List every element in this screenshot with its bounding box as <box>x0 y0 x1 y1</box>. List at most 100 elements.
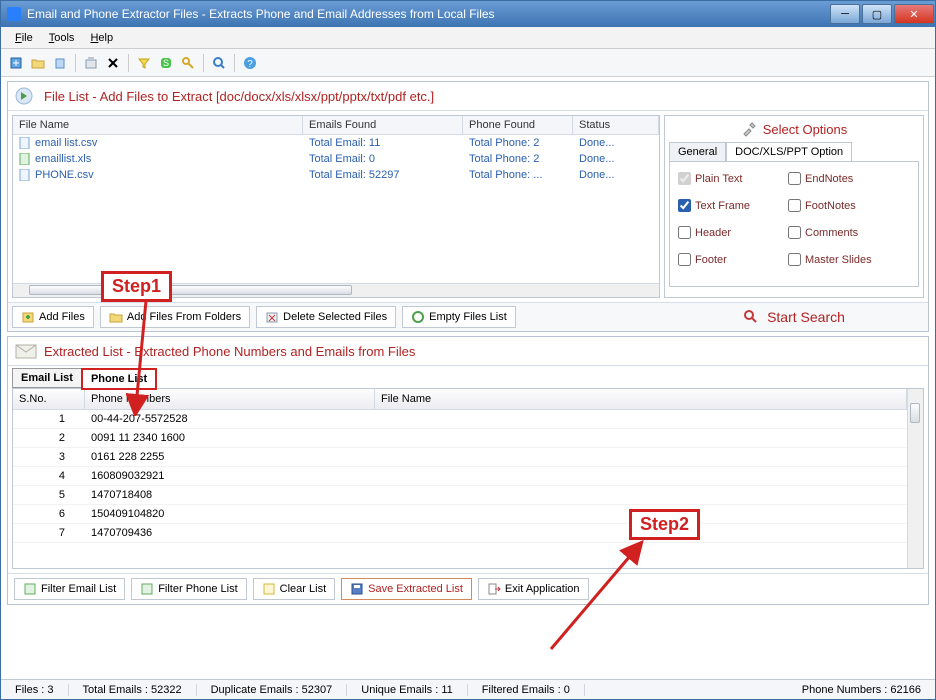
file-xls-icon <box>19 153 31 165</box>
grid-row[interactable]: 4160809032921 <box>13 467 907 486</box>
grid-row[interactable]: 20091 11 2340 1600 <box>13 429 907 448</box>
filter-phone-button[interactable]: Filter Phone List <box>131 578 246 600</box>
app-icon <box>7 7 21 21</box>
status-unique-emails: Unique Emails : 11 <box>347 684 468 696</box>
window-title: Email and Phone Extractor Files - Extrac… <box>27 7 495 21</box>
grid-head: S.No. Phone Numbers File Name <box>13 389 907 410</box>
file-list-panel: File List - Add Files to Extract [doc/do… <box>7 81 929 332</box>
filter-icon <box>23 582 37 596</box>
clear-list-button[interactable]: Clear List <box>253 578 335 600</box>
tb-help-icon[interactable]: ? <box>241 54 259 72</box>
status-files: Files : 3 <box>1 684 69 696</box>
filter-email-button[interactable]: Filter Email List <box>14 578 125 600</box>
col-file-name[interactable]: File Name <box>375 389 907 409</box>
col-phone-numbers[interactable]: Phone Numbers <box>85 389 375 409</box>
grid-row[interactable]: 100-44-207-5572528 <box>13 410 907 429</box>
chk-comments[interactable]: Comments <box>788 226 858 239</box>
toolbar: S ? <box>1 49 935 77</box>
file-phone: Total Phone: 2 <box>463 135 573 151</box>
tab-email-list[interactable]: Email List <box>12 368 82 388</box>
file-row[interactable]: PHONE.csv Total Email: 52297 Total Phone… <box>13 167 659 183</box>
tb-add-icon[interactable] <box>7 54 25 72</box>
empty-list-button[interactable]: Empty Files List <box>402 306 516 328</box>
tb-skype-icon[interactable]: S <box>157 54 175 72</box>
file-name: emaillist.xls <box>35 153 91 165</box>
grid-row[interactable]: 6150409104820 <box>13 505 907 524</box>
file-row[interactable]: email list.csv Total Email: 11 Total Pho… <box>13 135 659 151</box>
chk-header[interactable]: Header <box>678 226 788 239</box>
start-search-button[interactable]: Start Search <box>664 306 924 328</box>
file-table-head: File Name Emails Found Phone Found Statu… <box>13 116 659 135</box>
close-button[interactable]: ✕ <box>894 4 934 24</box>
status-bar: Files : 3 Total Emails : 52322 Duplicate… <box>1 679 935 699</box>
tools-icon <box>741 120 759 138</box>
tab-doc-option[interactable]: DOC/XLS/PPT Option <box>726 142 852 161</box>
add-files-button[interactable]: Add Files <box>12 306 94 328</box>
chk-footer[interactable]: Footer <box>678 253 788 266</box>
grid-body[interactable]: 100-44-207-5572528 20091 11 2340 1600 30… <box>13 410 907 568</box>
folder-icon <box>109 310 123 324</box>
col-phone[interactable]: Phone Found <box>463 116 573 134</box>
chk-textframe[interactable]: Text Frame <box>678 199 788 212</box>
save-icon <box>350 582 364 596</box>
horizontal-scrollbar[interactable] <box>13 283 659 297</box>
tb-delete-icon[interactable] <box>82 54 100 72</box>
file-icon <box>19 137 31 149</box>
envelope-icon <box>14 341 38 361</box>
grid-row[interactable]: 51470718408 <box>13 486 907 505</box>
menu-help[interactable]: Help <box>82 30 121 46</box>
vertical-scrollbar[interactable] <box>907 389 923 568</box>
tb-x-icon[interactable] <box>104 54 122 72</box>
tb-search-icon[interactable] <box>210 54 228 72</box>
title-bar: Email and Phone Extractor Files - Extrac… <box>1 1 935 27</box>
chk-endnotes[interactable]: EndNotes <box>788 172 853 185</box>
menu-tools[interactable]: Tools <box>41 30 83 46</box>
tab-phone-list[interactable]: Phone List <box>82 369 156 389</box>
status-filtered-emails: Filtered Emails : 0 <box>468 684 585 696</box>
extracted-title: Extracted List - Extracted Phone Numbers… <box>44 344 415 359</box>
file-name: PHONE.csv <box>35 169 94 181</box>
extracted-grid: S.No. Phone Numbers File Name 100-44-207… <box>12 388 924 569</box>
menu-bar: File Tools Help <box>1 27 935 49</box>
tb-folder-icon[interactable] <box>29 54 47 72</box>
svg-text:S: S <box>163 58 169 68</box>
file-status: Done... <box>573 167 620 183</box>
options-body: Plain Text EndNotes Text Frame FootNotes… <box>669 161 919 287</box>
grid-row[interactable]: 30161 228 2255 <box>13 448 907 467</box>
file-emails: Total Email: 0 <box>303 151 463 167</box>
tb-filter-icon[interactable] <box>135 54 153 72</box>
arrow-right-icon <box>14 86 38 106</box>
grid-row[interactable]: 71470709436 <box>13 524 907 543</box>
add-folder-button[interactable]: Add Files From Folders <box>100 306 250 328</box>
file-panel-title: File List - Add Files to Extract [doc/do… <box>44 89 434 104</box>
file-emails: Total Email: 52297 <box>303 167 463 183</box>
tab-general[interactable]: General <box>669 142 726 161</box>
status-dup-emails: Duplicate Emails : 52307 <box>197 684 348 696</box>
col-status[interactable]: Status <box>573 116 659 134</box>
file-phone: Total Phone: 2 <box>463 151 573 167</box>
col-emails[interactable]: Emails Found <box>303 116 463 134</box>
file-phone: Total Phone: ... <box>463 167 573 183</box>
menu-file[interactable]: File <box>7 30 41 46</box>
col-filename[interactable]: File Name <box>13 116 303 134</box>
delete-files-button[interactable]: Delete Selected Files <box>256 306 396 328</box>
file-status: Done... <box>573 151 620 167</box>
extracted-panel: Extracted List - Extracted Phone Numbers… <box>7 336 929 605</box>
file-table-body[interactable]: email list.csv Total Email: 11 Total Pho… <box>13 135 659 283</box>
exit-button[interactable]: Exit Application <box>478 578 589 600</box>
file-row[interactable]: emaillist.xls Total Email: 0 Total Phone… <box>13 151 659 167</box>
chk-footnotes[interactable]: FootNotes <box>788 199 856 212</box>
bottom-actions: Filter Email List Filter Phone List Clea… <box>8 573 928 604</box>
tb-key-icon[interactable] <box>179 54 197 72</box>
chk-masterslides[interactable]: Master Slides <box>788 253 872 266</box>
exit-icon <box>487 582 501 596</box>
save-extracted-button[interactable]: Save Extracted List <box>341 578 472 600</box>
window-controls: ─ ▢ ✕ <box>829 2 935 26</box>
minimize-button[interactable]: ─ <box>830 4 860 24</box>
svg-text:?: ? <box>247 59 253 70</box>
chk-plaintext[interactable]: Plain Text <box>678 172 788 185</box>
search-icon <box>743 309 759 325</box>
maximize-button[interactable]: ▢ <box>862 4 892 24</box>
tb-copy-icon[interactable] <box>51 54 69 72</box>
col-sno[interactable]: S.No. <box>13 389 85 409</box>
